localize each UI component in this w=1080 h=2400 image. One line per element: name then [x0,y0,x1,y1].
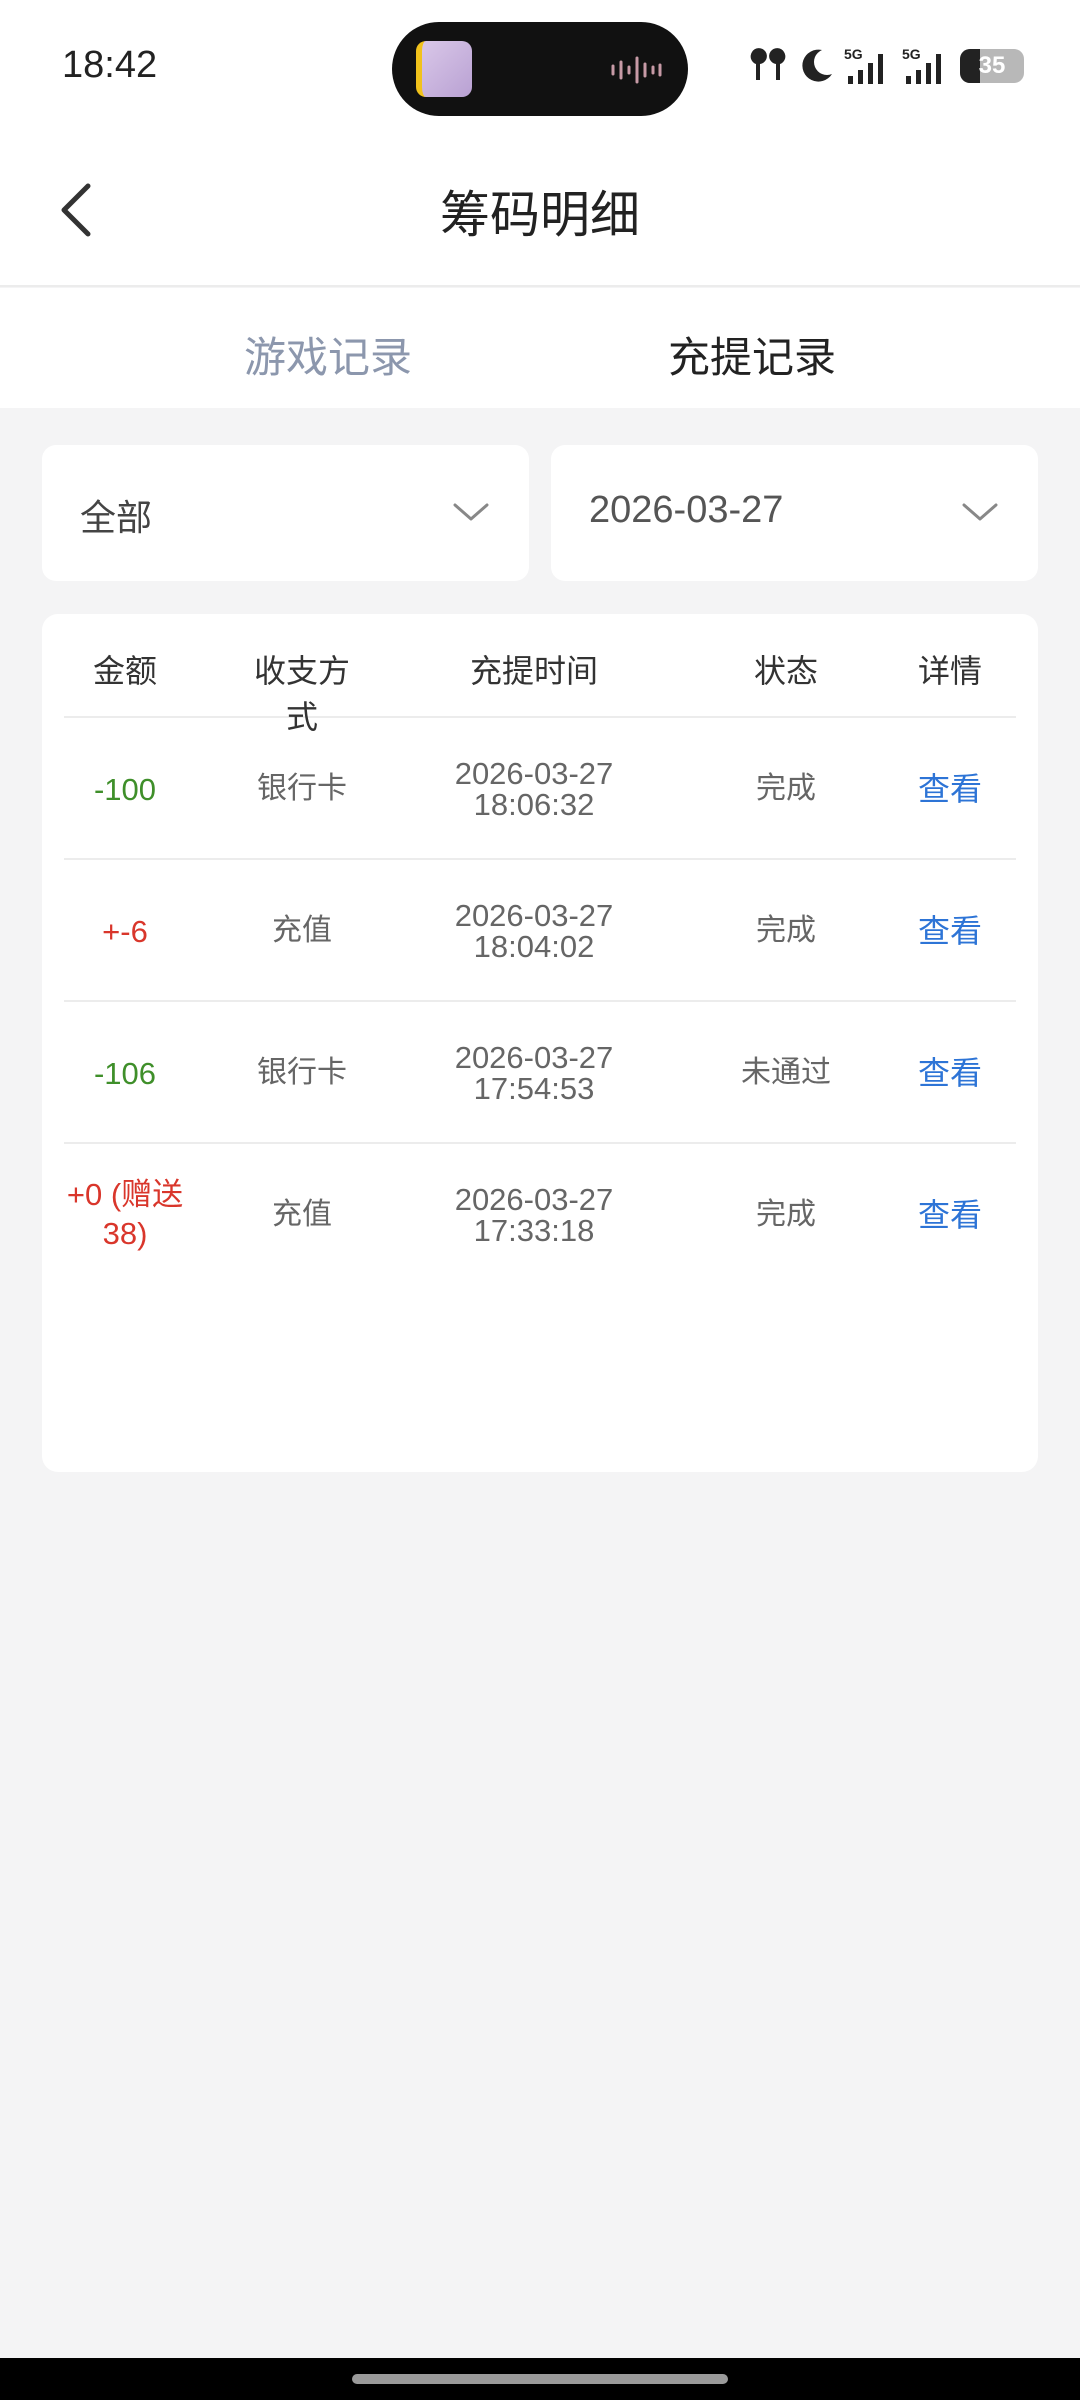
time-clock: 18:04:02 [473,929,595,964]
status-bar: 18:42 5G 5G 35 [0,0,1080,135]
view-detail-link[interactable]: 查看 [890,718,1010,860]
time-clock: 17:54:53 [473,1071,595,1106]
method-cell: 充值 [272,1197,332,1232]
method-cell: 充值 [272,913,332,948]
time-date: 2026-03-27 [454,756,614,791]
column-header-time: 充提时间 [469,652,598,690]
view-detail-link[interactable]: 查看 [890,1144,1010,1286]
header: 筹码明细 [0,135,1080,287]
tab-game-records[interactable]: 游戏记录 [244,324,412,385]
time-cell: 2026-03-27 17:33:18 [424,1144,644,1286]
battery-level: 35 [978,52,1006,79]
column-header-amount: 金额 [92,652,157,690]
earbuds-icon [750,48,786,80]
method-cell: 银行卡 [257,771,347,806]
table-row: -100 银行卡 2026-03-27 18:06:32 完成 查看 [64,718,1016,860]
table-row: +-6 充值 2026-03-27 18:04:02 完成 查看 [64,860,1016,1002]
dynamic-island[interactable] [392,22,688,116]
view-detail-link[interactable]: 查看 [890,1002,1010,1144]
signal-icon: 5G [844,46,883,84]
signal-icon: 5G [902,46,941,84]
table-row: -106 银行卡 2026-03-27 17:54:53 未通过 查看 [64,1002,1016,1144]
status-icons: 5G 5G 35 [746,46,1024,86]
status-cell: 完成 [756,1197,816,1232]
column-header-detail: 详情 [917,652,982,690]
status-cell: 完成 [756,771,816,806]
view-detail-link[interactable]: 查看 [890,860,1010,1002]
time-clock: 17:33:18 [473,1213,595,1248]
amount-cell: -106 [93,1055,157,1091]
svg-text:5G: 5G [902,46,921,62]
date-filter-select[interactable]: 2026-03-27 [551,445,1038,581]
home-indicator[interactable] [352,2374,728,2384]
page-title: 筹码明细 [440,186,640,244]
time-clock: 18:06:32 [473,787,595,822]
moon-icon [802,49,832,82]
time-date: 2026-03-27 [454,898,614,933]
chevron-down-icon [962,503,998,521]
amount-cell: +0 (赠送38) [66,1177,184,1251]
table-row: +0 (赠送38) 充值 2026-03-27 17:33:18 完成 查看 [64,1144,1016,1286]
time-date: 2026-03-27 [454,1040,614,1075]
column-header-status: 状态 [753,652,818,690]
status-cell: 未通过 [741,1055,831,1090]
date-filter-value: 2026-03-27 [589,489,784,531]
time-date: 2026-03-27 [454,1182,614,1217]
type-filter-value: 全部 [80,498,153,539]
tab-recharge-records[interactable]: 充提记录 [668,324,836,385]
amount-cell: -100 [93,771,157,807]
table-header: 金额 收支方式 充提时间 状态 详情 [64,614,1016,736]
chevron-down-icon [453,503,489,521]
battery-icon: 35 [960,49,1024,83]
type-filter-select[interactable]: 全部 [42,445,529,581]
status-cell: 完成 [756,913,816,948]
media-thumbnail [416,41,472,97]
method-cell: 银行卡 [257,1055,347,1090]
time-cell: 2026-03-27 17:54:53 [424,1002,644,1144]
audio-wave-icon [611,56,662,84]
tab-bar: 游戏记录 充提记录 [0,288,1080,408]
amount-cell: +-6 [102,913,148,949]
time-cell: 2026-03-27 18:06:32 [424,718,644,860]
svg-text:5G: 5G [844,46,863,62]
time-cell: 2026-03-27 18:04:02 [424,860,644,1002]
status-time: 18:42 [62,44,158,86]
records-table: 金额 收支方式 充提时间 状态 详情 -100 银行卡 2026-03-27 1… [42,614,1038,1472]
